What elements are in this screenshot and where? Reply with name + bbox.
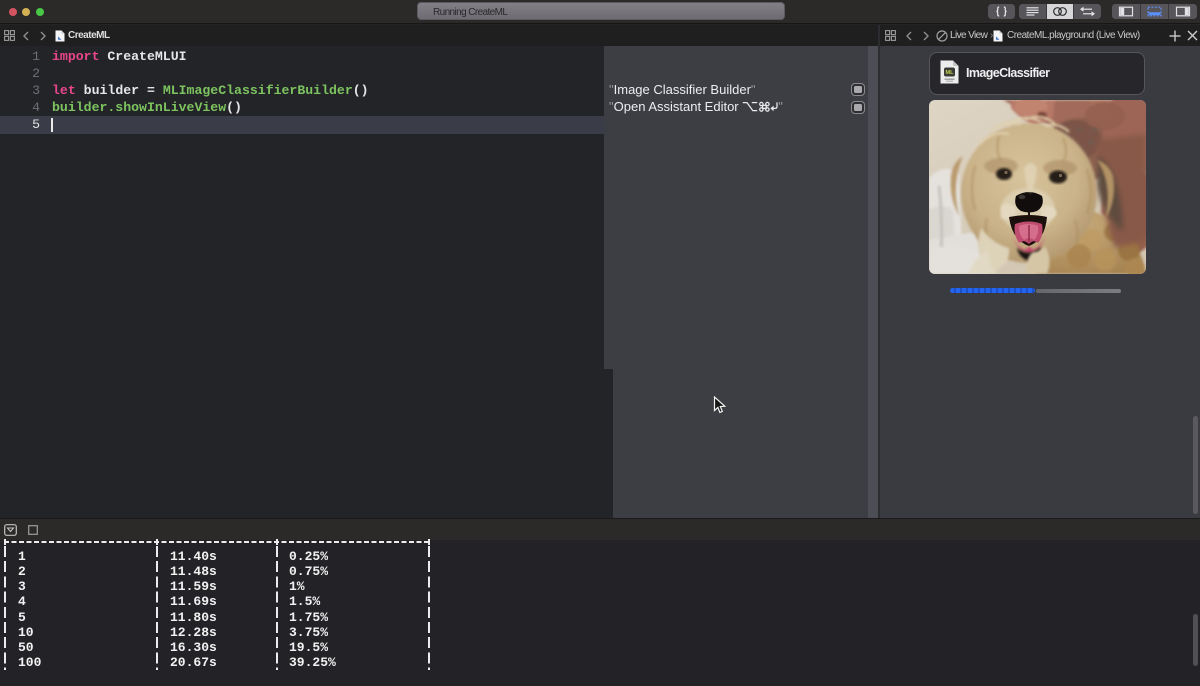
svg-text:ML: ML	[946, 70, 955, 76]
